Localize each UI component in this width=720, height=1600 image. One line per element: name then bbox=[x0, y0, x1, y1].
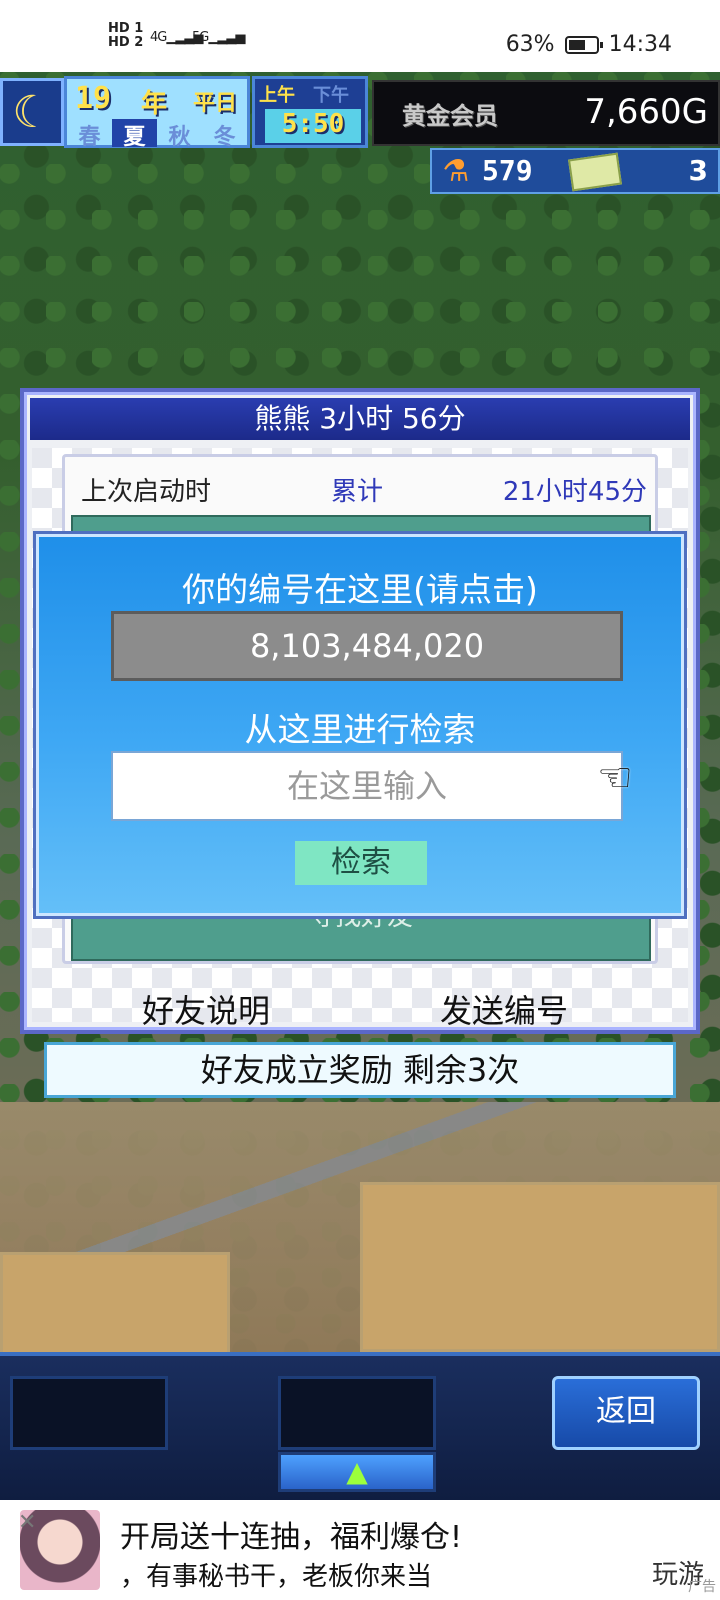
dialog-title: 你的编号在这里(请点击) bbox=[182, 570, 538, 609]
friend-help-button[interactable]: 好友说明 bbox=[142, 986, 270, 1032]
research-points: 579 bbox=[482, 154, 533, 187]
search-button[interactable]: 检索 bbox=[295, 841, 427, 885]
ticket-icon bbox=[568, 152, 622, 192]
am-label: 上午 bbox=[259, 85, 295, 106]
season-0: 春 bbox=[78, 125, 101, 150]
network-4g-label: 4G bbox=[150, 30, 167, 45]
money-value: 7,660G bbox=[584, 92, 708, 132]
total-label: 累计 bbox=[331, 477, 384, 507]
status-bar: HD 1 HD 2 4G▁▂▃▅ 5G▁▂▃▅ 63% 14:34 bbox=[0, 0, 720, 72]
rank-label: 黄金会员 bbox=[402, 102, 498, 130]
search-label: 从这里进行检索 bbox=[244, 710, 476, 749]
funds-panel: 黄金会员 7,660G bbox=[372, 80, 720, 146]
season-3: 冬 bbox=[213, 125, 236, 150]
menu-slot-left[interactable] bbox=[10, 1376, 168, 1450]
close-icon[interactable]: ✕ bbox=[18, 1510, 36, 1535]
office-room[interactable] bbox=[0, 1252, 230, 1362]
year-number: 19 bbox=[75, 81, 112, 116]
ad-headline: 开局送十连抽，福利爆仓! bbox=[120, 1520, 463, 1555]
signal-5g-icon: 5G▁▂▃▅ bbox=[192, 30, 245, 45]
friend-search-dialog: 你的编号在这里(请点击) 8,103,484,020 从这里进行检索 ☜ 检索 bbox=[36, 534, 684, 916]
hd2-label: HD 2 bbox=[108, 35, 144, 50]
friend-reward-bar: 好友成立奖励 剩余3次 bbox=[44, 1042, 676, 1098]
network-5g-label: 5G bbox=[192, 30, 209, 45]
total-value: 21小时45分 bbox=[502, 477, 647, 507]
pointing-hand-icon: ☜ bbox=[597, 755, 633, 801]
season-1: 夏 bbox=[112, 119, 157, 150]
season-row: 春夏秋冬 bbox=[67, 119, 247, 150]
clock-time: 14:34 bbox=[608, 32, 672, 57]
status-right: 63% 14:34 bbox=[506, 32, 672, 57]
ad-banner[interactable]: ✕ 开局送十连抽，福利爆仓! ，有事秘书干，老板你来当 玩游 广告 bbox=[0, 1500, 720, 1600]
year-label: 年 bbox=[141, 89, 168, 119]
weekday-label: 平日 bbox=[192, 91, 237, 116]
up-arrow-icon: ▲ bbox=[346, 1455, 368, 1488]
ticket-count: 3 bbox=[688, 154, 708, 187]
am-pm-indicator: 上午 下午 bbox=[259, 81, 349, 107]
player-id-button[interactable]: 8,103,484,020 bbox=[111, 611, 623, 681]
ad-tag: 广告 bbox=[688, 1579, 716, 1595]
battery-fill bbox=[568, 39, 585, 50]
resource-panel: ⚗ 579 3 bbox=[430, 148, 720, 194]
top-hud: ☾ 19 年 平日 春夏秋冬 上午 下午 5:50 黄金会员 7,660G ⚗ 5… bbox=[0, 72, 720, 200]
pm-label: 下午 bbox=[313, 85, 349, 106]
last-launch-label: 上次启动时 bbox=[81, 477, 212, 507]
bottom-bar: 返回 ▲ bbox=[0, 1352, 720, 1500]
hd-indicators: HD 1 HD 2 bbox=[108, 22, 143, 50]
battery-percent: 63% bbox=[505, 32, 555, 57]
time-panel: 上午 下午 5:50 bbox=[252, 76, 368, 148]
search-input[interactable] bbox=[111, 751, 623, 821]
expand-menu-button[interactable]: ▲ bbox=[278, 1452, 436, 1492]
panel-title: 熊熊 3小时 56分 bbox=[30, 398, 690, 440]
hd1-label: HD 1 bbox=[108, 21, 144, 36]
game-clock: 5:50 bbox=[265, 109, 361, 143]
office-room[interactable] bbox=[360, 1182, 720, 1352]
ad-subtitle: ，有事秘书干，老板你来当 bbox=[120, 1562, 433, 1592]
send-id-button[interactable]: 发送编号 bbox=[440, 986, 568, 1032]
battery-icon bbox=[564, 35, 603, 54]
menu-slot-center[interactable] bbox=[278, 1376, 436, 1450]
flask-icon: ⚗ bbox=[442, 154, 470, 189]
season-2: 秋 bbox=[168, 125, 191, 150]
back-button[interactable]: 返回 bbox=[552, 1376, 700, 1450]
calendar-panel: 19 年 平日 春夏秋冬 bbox=[64, 76, 250, 150]
crescent-moon-icon[interactable]: ☾ bbox=[0, 78, 64, 146]
